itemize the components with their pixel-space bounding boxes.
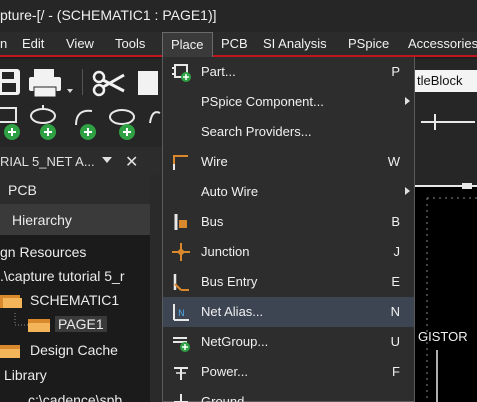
tree-item-schematic1[interactable]: SCHEMATIC1	[0, 289, 150, 313]
tab-hierarchy[interactable]: Hierarchy	[0, 205, 150, 235]
tab-pcb-label: PCB	[8, 182, 37, 198]
canvas-label: GISTOR	[418, 329, 468, 344]
menu-item-bus[interactable]: Bus B	[163, 207, 414, 237]
net-alias-icon: N	[173, 304, 189, 321]
menu-edit[interactable]: Edit	[22, 35, 44, 55]
tree-item-label: c:\cadence\spb	[28, 392, 123, 402]
menu-item-label: Net Alias...	[201, 304, 264, 319]
power-icon	[174, 367, 188, 380]
folder-open-icon	[0, 295, 22, 308]
menu-si-analysis[interactable]: SI Analysis	[263, 35, 327, 55]
menu-item-wire[interactable]: Wire W	[163, 147, 414, 177]
menu-item-auto-wire[interactable]: Auto Wire	[163, 177, 414, 207]
menu-item-label: NetGroup...	[201, 334, 269, 349]
place-toolbar	[0, 105, 165, 147]
menu-item-netgroup[interactable]: NetGroup... U	[163, 327, 414, 357]
window-title: pture-[/ - (SCHEMATIC1 : PAGE1)]	[0, 7, 217, 23]
tree-item-label: Library	[4, 367, 47, 383]
save-icon[interactable]	[0, 67, 22, 97]
menu-item-shortcut: E	[391, 274, 400, 289]
menu-item-shortcut: N	[390, 304, 400, 319]
schematic-drawing	[415, 183, 477, 402]
submenu-arrow-icon	[405, 187, 410, 195]
tab-hierarchy-label: Hierarchy	[12, 212, 72, 228]
menu-item-ground[interactable]: Ground...	[163, 387, 414, 402]
tree-item-library[interactable]: Library	[0, 364, 150, 388]
tree-item-page1[interactable]: PAGE1	[0, 313, 150, 337]
tree-item-label: gn Resources	[0, 244, 87, 260]
menu-item-power[interactable]: Power... F	[163, 357, 414, 387]
project-panel: RIAL 5_NET A... ✕ PCB Hierarchy gn Resou…	[0, 147, 165, 402]
menu-pspice[interactable]: PSpice	[348, 35, 389, 55]
tree-item-label: Design Cache	[30, 342, 118, 358]
menu-item-shortcut: P	[391, 64, 400, 79]
folder-icon	[0, 345, 20, 358]
titleblock-field[interactable]: tleBlock	[415, 70, 477, 92]
print-icon[interactable]	[28, 67, 74, 101]
tree-item-label: SCHEMATIC1	[30, 292, 120, 308]
tree-item-design-cache[interactable]: Design Cache	[0, 339, 150, 363]
title-bar: pture-[/ - (SCHEMATIC1 : PAGE1)]	[0, 0, 477, 32]
menu-item-shortcut: B	[391, 214, 400, 229]
page-folder-icon	[28, 319, 50, 332]
svg-text:N: N	[178, 309, 185, 319]
ground-icon	[174, 394, 188, 402]
menu-item-search-providers[interactable]: Search Providers...	[163, 117, 414, 147]
menu-view[interactable]: View	[66, 35, 94, 55]
submenu-arrow-icon	[405, 97, 410, 105]
menu-item-shortcut: U	[390, 334, 400, 349]
menu-item-bus-entry[interactable]: Bus Entry E	[163, 267, 414, 297]
menu-item-net-alias[interactable]: N Net Alias... N	[163, 297, 414, 327]
menu-item-shortcut: J	[393, 244, 401, 259]
menu-tools[interactable]: Tools	[115, 35, 145, 55]
tree-item-project-path[interactable]: .\capture tutorial 5_r	[0, 265, 150, 289]
wire-icon	[173, 155, 188, 170]
right-toolbar-icons	[421, 114, 475, 130]
tab-pcb[interactable]: PCB	[0, 175, 150, 205]
cut-icon[interactable]	[92, 69, 126, 97]
bus-icon	[174, 214, 187, 230]
menu-item-label: Part...	[201, 64, 236, 79]
menu-bar: n Edit View Tools Place PCB SI Analysis …	[0, 32, 477, 57]
menu-pcb[interactable]: PCB	[221, 35, 248, 55]
panel-close-icon[interactable]: ✕	[125, 152, 138, 172]
menu-item-label: Bus	[201, 214, 224, 229]
menu-item-label: Power...	[201, 364, 248, 379]
copy-icon[interactable]	[134, 69, 164, 97]
menu-item-label: Wire	[201, 154, 228, 169]
menu-file[interactable]: n	[0, 35, 7, 55]
place-toolbar-icons[interactable]	[0, 105, 165, 145]
menu-item-label: Auto Wire	[201, 184, 259, 199]
toolbar-separator	[82, 69, 83, 95]
tree-item-library-path[interactable]: c:\cadence\spb	[0, 389, 150, 402]
menu-item-label: Bus Entry	[201, 274, 258, 289]
junction-icon	[172, 243, 190, 261]
panel-dropdown-icon[interactable]	[102, 157, 112, 163]
panel-header: RIAL 5_NET A... ✕	[0, 147, 165, 175]
menu-item-pspice-component[interactable]: PSpice Component...	[163, 87, 414, 117]
menu-item-label: Ground...	[201, 394, 256, 402]
menu-item-label: Junction	[201, 244, 250, 259]
menu-place[interactable]: Place	[162, 32, 213, 57]
netgroup-icon	[173, 337, 190, 352]
menu-item-label: PSpice Component...	[201, 94, 324, 109]
part-icon	[172, 64, 191, 82]
tree-item-label: .\capture tutorial 5_r	[0, 268, 125, 284]
panel-title: RIAL 5_NET A...	[0, 154, 95, 169]
tree-item-label: PAGE1	[55, 316, 107, 332]
app-window: pture-[/ - (SCHEMATIC1 : PAGE1)] n Edit …	[0, 0, 477, 402]
place-menu-dropdown: Part... P PSpice Component... Search Pro…	[162, 57, 415, 402]
menu-item-junction[interactable]: Junction J	[163, 237, 414, 267]
tree-item-design-resources[interactable]: gn Resources	[0, 241, 150, 265]
bus-entry-icon	[173, 274, 189, 291]
menu-item-shortcut: F	[392, 364, 400, 379]
menu-accessories[interactable]: Accessories	[408, 35, 477, 55]
menu-item-shortcut: W	[387, 154, 400, 169]
menu-item-label: Search Providers...	[201, 124, 312, 139]
main-toolbar	[0, 59, 165, 105]
menu-item-part[interactable]: Part... P	[163, 57, 414, 87]
